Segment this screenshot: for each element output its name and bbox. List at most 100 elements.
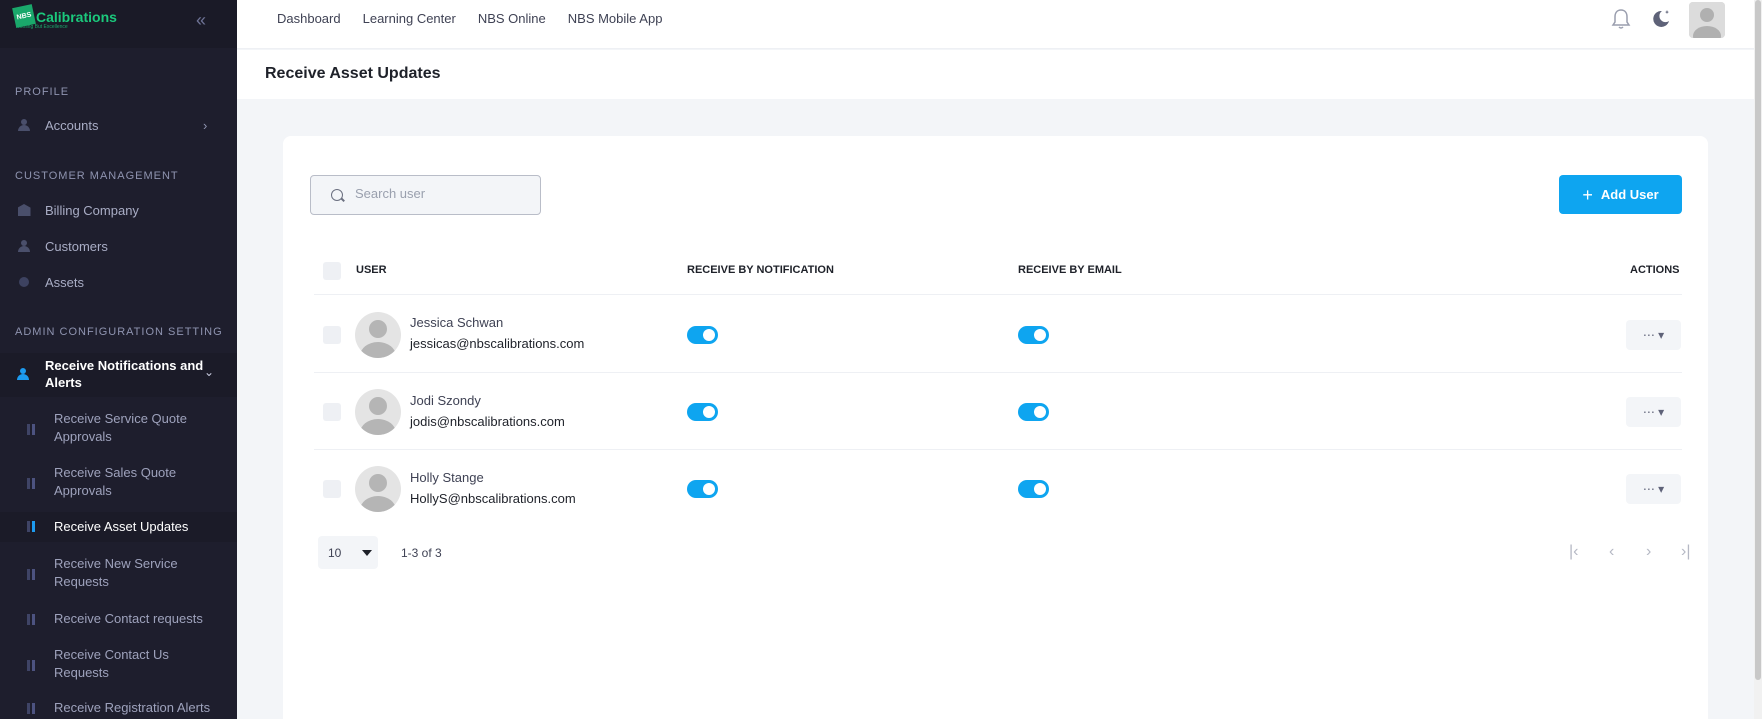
- sidebar-subitem-new-service[interactable]: Receive New Service Requests: [0, 555, 237, 593]
- row-checkbox[interactable]: [323, 326, 341, 344]
- page-header: Receive Asset Updates: [237, 50, 1754, 99]
- label-line-2: Alerts: [45, 375, 82, 390]
- user-icon: [17, 239, 31, 253]
- sidebar-item-billing-company[interactable]: Billing Company: [0, 201, 237, 219]
- sidebar-subitem-contact-requests[interactable]: Receive Contact requests: [0, 610, 237, 630]
- row-checkbox[interactable]: [323, 480, 341, 498]
- scrollbar-thumb[interactable]: [1755, 0, 1761, 680]
- subitem-label: Receive Asset Updates: [54, 519, 189, 534]
- brand-name: Calibrations: [36, 9, 117, 25]
- notification-toggle[interactable]: [687, 480, 718, 498]
- bar-icon: [27, 569, 39, 580]
- sidebar: NBS Calibrations Nothing But Excellence …: [0, 0, 237, 719]
- subitem-label: Receive Registration Alerts: [54, 700, 211, 715]
- avatar-silhouette-icon: [1689, 2, 1725, 38]
- label-line-2: Requests: [54, 574, 109, 589]
- brand-tagline: Nothing But Excellence: [16, 24, 68, 30]
- user-email: jodis@nbscalibrations.com: [410, 414, 565, 429]
- actions-dropdown[interactable]: ⋯ ▾: [1626, 397, 1681, 427]
- bank-icon: [17, 203, 31, 217]
- sidebar-item-assets[interactable]: Assets: [0, 273, 237, 291]
- divider: [314, 294, 1682, 295]
- sidebar-header: NBS Calibrations Nothing But Excellence …: [0, 0, 237, 48]
- row-checkbox[interactable]: [323, 403, 341, 421]
- label-line-1: Receive Service Quote: [54, 411, 187, 426]
- bar-icon: [27, 521, 39, 532]
- label-line-1: Receive New Service: [54, 556, 178, 571]
- actions-dropdown[interactable]: ⋯ ▾: [1626, 474, 1681, 504]
- user-name: Jessica Schwan: [410, 315, 504, 330]
- divider: [314, 372, 1682, 373]
- next-page-icon[interactable]: ›: [1646, 543, 1651, 561]
- users-card: + Add User USER RECEIVE BY NOTIFICATION …: [283, 136, 1708, 719]
- sidebar-subitem-service-quote[interactable]: Receive Service Quote Approvals: [0, 410, 237, 448]
- brand-logo[interactable]: NBS Calibrations: [12, 4, 117, 28]
- section-admin-configuration: ADMIN CONFIGURATION SETTING: [15, 326, 223, 338]
- user-avatar[interactable]: [1689, 2, 1725, 38]
- column-header-actions: ACTIONS: [1630, 264, 1680, 276]
- prev-page-icon[interactable]: ‹: [1609, 543, 1614, 561]
- subitem-label: Receive Service Quote Approvals: [54, 410, 224, 446]
- sidebar-subitem-contact-us[interactable]: Receive Contact Us Requests: [0, 646, 237, 684]
- section-profile: PROFILE: [15, 86, 70, 98]
- column-header-user[interactable]: USER: [356, 264, 387, 276]
- chevron-down-icon: ⌄: [204, 365, 215, 379]
- sidebar-item-accounts[interactable]: Accounts ›: [0, 116, 237, 134]
- sidebar-subitem-registration-alerts[interactable]: Receive Registration Alerts: [0, 699, 237, 719]
- label-line-1: Receive Notifications and: [45, 358, 204, 373]
- sidebar-item-label: Assets: [45, 274, 85, 290]
- select-all-checkbox[interactable]: [323, 262, 341, 280]
- divider: [314, 449, 1682, 450]
- chevron-right-icon: ›: [203, 117, 208, 133]
- email-toggle[interactable]: [1018, 326, 1049, 344]
- bar-icon: [27, 478, 39, 489]
- search-input[interactable]: [355, 186, 525, 201]
- label-line-2: Requests: [54, 665, 109, 680]
- label-line-2: Approvals: [54, 429, 112, 444]
- subitem-label: Receive Contact requests: [54, 611, 203, 626]
- column-header-email[interactable]: RECEIVE BY EMAIL: [1018, 264, 1122, 276]
- notification-toggle[interactable]: [687, 403, 718, 421]
- nav-dashboard[interactable]: Dashboard: [277, 11, 341, 26]
- notification-toggle[interactable]: [687, 326, 718, 344]
- pagination-info: 1-3 of 3: [401, 546, 442, 560]
- page-size-value: 10: [328, 546, 342, 560]
- user-icon: [17, 368, 29, 380]
- page-size-select[interactable]: 10: [318, 536, 378, 569]
- double-chevron-left-icon[interactable]: «: [196, 10, 206, 31]
- section-customer-management: CUSTOMER MANAGEMENT: [15, 170, 179, 182]
- subitem-label: Receive Sales Quote Approvals: [54, 464, 224, 500]
- moon-icon[interactable]: [1651, 8, 1671, 28]
- first-page-icon[interactable]: |‹: [1569, 543, 1578, 561]
- sidebar-item-receive-notifications[interactable]: Receive Notifications and Alerts ⌄: [0, 353, 237, 397]
- bell-icon[interactable]: [1611, 8, 1631, 30]
- avatar: [355, 389, 401, 435]
- user-email: jessicas@nbscalibrations.com: [410, 336, 585, 351]
- search-box[interactable]: [310, 175, 541, 215]
- user-email: HollyS@nbscalibrations.com: [410, 491, 576, 506]
- sidebar-item-label: Billing Company: [45, 202, 139, 218]
- actions-dropdown[interactable]: ⋯ ▾: [1626, 320, 1681, 350]
- sidebar-item-label: Receive Notifications and Alerts: [45, 357, 203, 391]
- column-header-notification[interactable]: RECEIVE BY NOTIFICATION: [687, 264, 834, 276]
- sidebar-subitem-asset-updates[interactable]: Receive Asset Updates: [0, 512, 237, 542]
- nav-nbs-online[interactable]: NBS Online: [478, 11, 546, 26]
- search-icon: [331, 189, 343, 201]
- avatar: [355, 312, 401, 358]
- last-page-icon[interactable]: ›|: [1681, 543, 1690, 561]
- sidebar-subitem-sales-quote[interactable]: Receive Sales Quote Approvals: [0, 464, 237, 502]
- user-name: Jodi Szondy: [410, 393, 481, 408]
- subitem-label: Receive Contact Us Requests: [54, 646, 224, 682]
- scrollbar[interactable]: [1754, 0, 1762, 719]
- bar-icon: [27, 424, 39, 435]
- email-toggle[interactable]: [1018, 480, 1049, 498]
- user-name: Holly Stange: [410, 470, 484, 485]
- add-user-label: Add User: [1600, 187, 1659, 202]
- nav-learning-center[interactable]: Learning Center: [363, 11, 456, 26]
- add-user-button[interactable]: + Add User: [1559, 175, 1682, 214]
- nav-nbs-mobile-app[interactable]: NBS Mobile App: [568, 11, 663, 26]
- sidebar-item-customers[interactable]: Customers: [0, 237, 237, 255]
- email-toggle[interactable]: [1018, 403, 1049, 421]
- topbar: Dashboard Learning Center NBS Online NBS…: [237, 0, 1754, 49]
- label-line-2: Approvals: [54, 483, 112, 498]
